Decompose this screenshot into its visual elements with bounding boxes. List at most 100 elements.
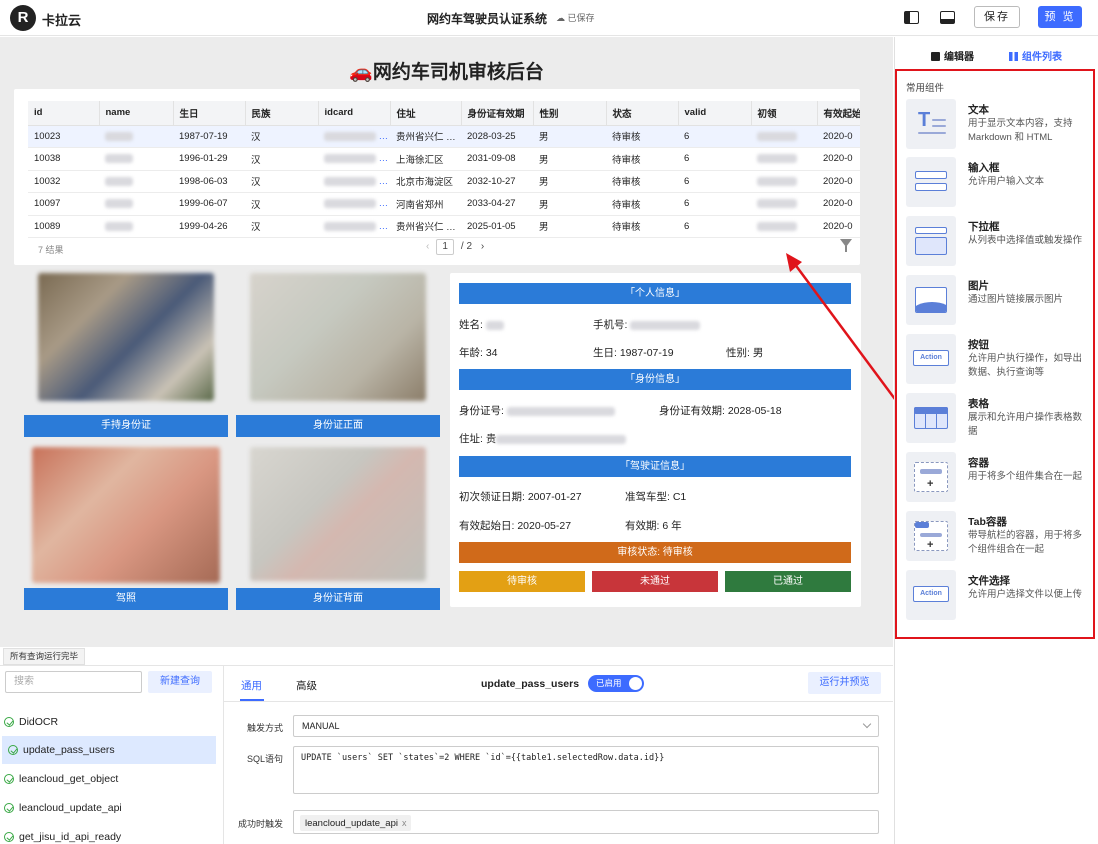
review-status: 审核状态: 待审核 xyxy=(459,542,851,563)
ellipsis: … xyxy=(376,220,389,232)
table-cell: 汉 xyxy=(245,192,318,216)
component-container[interactable]: + 容器 用于将多个组件集合在一起 xyxy=(906,452,1092,504)
ellipsis: … xyxy=(376,153,389,165)
column-header[interactable]: valid xyxy=(678,101,752,126)
page-number-input[interactable]: 1 xyxy=(436,239,455,255)
table-cell: … xyxy=(318,192,390,216)
component-title: 容器 xyxy=(968,457,989,469)
reject-button[interactable]: 未通过 xyxy=(592,571,718,592)
save-status: ☁ 已保存 xyxy=(556,11,595,24)
table-cell: 2031-09-08 xyxy=(461,147,533,171)
hold-id-photo-label[interactable]: 手持身份证 xyxy=(24,415,228,437)
driver-name: 姓名: xyxy=(459,317,504,332)
id-front-photo-label[interactable]: 身份证正面 xyxy=(236,415,440,437)
column-header[interactable]: 身份证有效期 xyxy=(461,101,534,126)
table-row[interactable]: 10089 1999-04-26 汉 … 贵州省兴仁 … 2025-01-05 男待审核 6… xyxy=(28,215,860,238)
page-title: 🚗网约车司机审核后台 xyxy=(349,62,544,83)
tab-components[interactable]: 组件列表 xyxy=(1009,48,1062,63)
common-components-title: 常用组件 xyxy=(906,83,945,94)
component-input[interactable]: 输入框 允许用户输入文本 xyxy=(906,157,1092,209)
remove-tag-icon[interactable]: x xyxy=(402,818,407,828)
query-item-leancloud-get-object[interactable]: leancloud_get_object xyxy=(0,765,216,793)
column-header[interactable]: name xyxy=(99,101,174,126)
column-header[interactable]: 有效起始 xyxy=(817,101,860,126)
redacted-value xyxy=(105,176,133,186)
panel-divider xyxy=(223,666,224,844)
save-status-text: 已保存 xyxy=(567,13,595,23)
component-description: 通过图片链接展示图片 xyxy=(968,294,1064,305)
redacted-value xyxy=(757,221,797,231)
check-circle-icon xyxy=(4,832,14,842)
driver-birthday: 生日: 1987-07-19 xyxy=(593,347,674,359)
app-canvas: 🚗网约车司机审核后台 id name 生日 民族 idcard 住址 身份证有效… xyxy=(0,37,893,647)
new-query-button[interactable]: 新建查询 xyxy=(148,671,212,693)
table-row[interactable]: 10032 1998-06-03 汉 … 北京市海淀区 2032-10-27 男待审核 6 2… xyxy=(28,170,860,193)
on-success-select[interactable]: leancloud_update_api x xyxy=(293,810,879,834)
column-header[interactable]: idcard xyxy=(318,101,391,126)
redacted-value xyxy=(757,199,797,209)
text-component-icon: T xyxy=(906,99,956,149)
preview-button[interactable]: 预 览 xyxy=(1038,6,1082,28)
trigger-select-value: MANUAL xyxy=(302,721,340,731)
approve-button[interactable]: 已通过 xyxy=(725,571,851,592)
column-header[interactable]: 住址 xyxy=(390,101,462,126)
tab-advanced[interactable]: 高级 xyxy=(296,678,317,693)
table-row[interactable]: 10097 1999-06-07 汉 … 河南省郑州 2033-04-27 男待审核 6 20… xyxy=(28,192,860,216)
tab-editor[interactable]: 编辑器 xyxy=(931,48,974,63)
pending-button[interactable]: 待审核 xyxy=(459,571,585,592)
toggle-left-panel-icon[interactable] xyxy=(904,11,919,24)
id-back-photo-label[interactable]: 身份证背面 xyxy=(236,588,440,610)
component-image[interactable]: 图片 通过图片链接展示图片 xyxy=(906,275,1092,327)
sql-editor[interactable]: UPDATE `users` SET `states`=2 WHERE `id`… xyxy=(293,746,879,794)
table-row[interactable]: 10023 1987-07-19 汉 … 贵州省兴仁 … 2028-03-25 男待审核 6… xyxy=(28,125,860,148)
prev-page-icon[interactable]: ‹ xyxy=(426,241,429,252)
query-enabled-toggle[interactable]: 已启用 xyxy=(588,675,644,692)
query-item-leancloud-update-api[interactable]: leancloud_update_api xyxy=(0,794,216,822)
query-item-get-jisu-id-api-ready[interactable]: get_jisu_id_api_ready xyxy=(0,823,216,844)
query-search-input[interactable]: 搜索 xyxy=(5,671,142,693)
result-count: 7 结果 xyxy=(38,245,64,255)
table-cell: 6 xyxy=(678,125,751,148)
license-photo-label[interactable]: 驾照 xyxy=(24,588,228,610)
brand-name: 卡拉云 xyxy=(42,13,82,28)
valid-period: 有效期: 6 年 xyxy=(625,520,682,532)
query-item-update-pass-users[interactable]: update_pass_users xyxy=(2,736,216,764)
query-name[interactable]: update_pass_users xyxy=(481,678,579,690)
brand-logo[interactable]: R xyxy=(10,5,36,31)
run-status-tab[interactable]: 所有查询运行完毕 xyxy=(3,648,86,665)
redacted-value xyxy=(324,154,376,164)
save-button[interactable]: 保存 xyxy=(974,6,1020,28)
table-cell xyxy=(751,147,817,171)
table-cell: 2028-03-25 xyxy=(461,125,533,148)
column-header[interactable]: 生日 xyxy=(173,101,246,126)
component-tab-container[interactable]: + Tab容器 带导航栏的容器，用于将多个组件组合在一起 xyxy=(906,511,1092,563)
table-row[interactable]: 10038 1996-01-29 汉 … 上海徐汇区 2031-09-08 男待审核 6 20… xyxy=(28,147,860,171)
column-header[interactable]: id xyxy=(28,101,100,126)
check-circle-icon xyxy=(4,803,14,813)
table-cell xyxy=(751,192,817,216)
drivers-table[interactable]: id name 生日 民族 idcard 住址 身份证有效期 性别 状态 val… xyxy=(28,101,860,238)
component-text[interactable]: T 文本 用于显示文本内容，支持 Markdown 和 HTML xyxy=(906,99,1092,151)
component-title: 文本 xyxy=(968,104,989,116)
license-info-header: 「驾驶证信息」 xyxy=(459,456,851,477)
run-preview-button[interactable]: 运行并预览 xyxy=(808,672,881,694)
component-button[interactable]: Action 按钮 允许用户执行操作，如导出数据、执行查询等 xyxy=(906,334,1092,386)
id-back-photo xyxy=(250,447,426,581)
column-header[interactable]: 初领 xyxy=(751,101,818,126)
column-header[interactable]: 民族 xyxy=(245,101,319,126)
next-page-icon[interactable]: › xyxy=(481,241,484,252)
component-select[interactable]: 下拉框 从列表中选择值或触发操作 xyxy=(906,216,1092,268)
table-component-icon xyxy=(906,393,956,443)
filter-icon[interactable] xyxy=(840,239,852,252)
tab-general[interactable]: 通用 xyxy=(241,678,262,693)
component-title: 输入框 xyxy=(968,162,1000,174)
table-cell: 汉 xyxy=(245,215,318,238)
toggle-bottom-panel-icon[interactable] xyxy=(940,11,955,24)
column-header[interactable]: 状态 xyxy=(606,101,679,126)
query-item-didocr[interactable]: DidOCR xyxy=(0,708,216,736)
table-cell: 汉 xyxy=(245,170,318,193)
component-file-picker[interactable]: Action 文件选择 允许用户选择文件以便上传 xyxy=(906,570,1092,622)
column-header[interactable]: 性别 xyxy=(533,101,607,126)
component-table[interactable]: 表格 展示和允许用户操作表格数据 xyxy=(906,393,1092,445)
trigger-select[interactable]: MANUAL xyxy=(293,715,879,737)
